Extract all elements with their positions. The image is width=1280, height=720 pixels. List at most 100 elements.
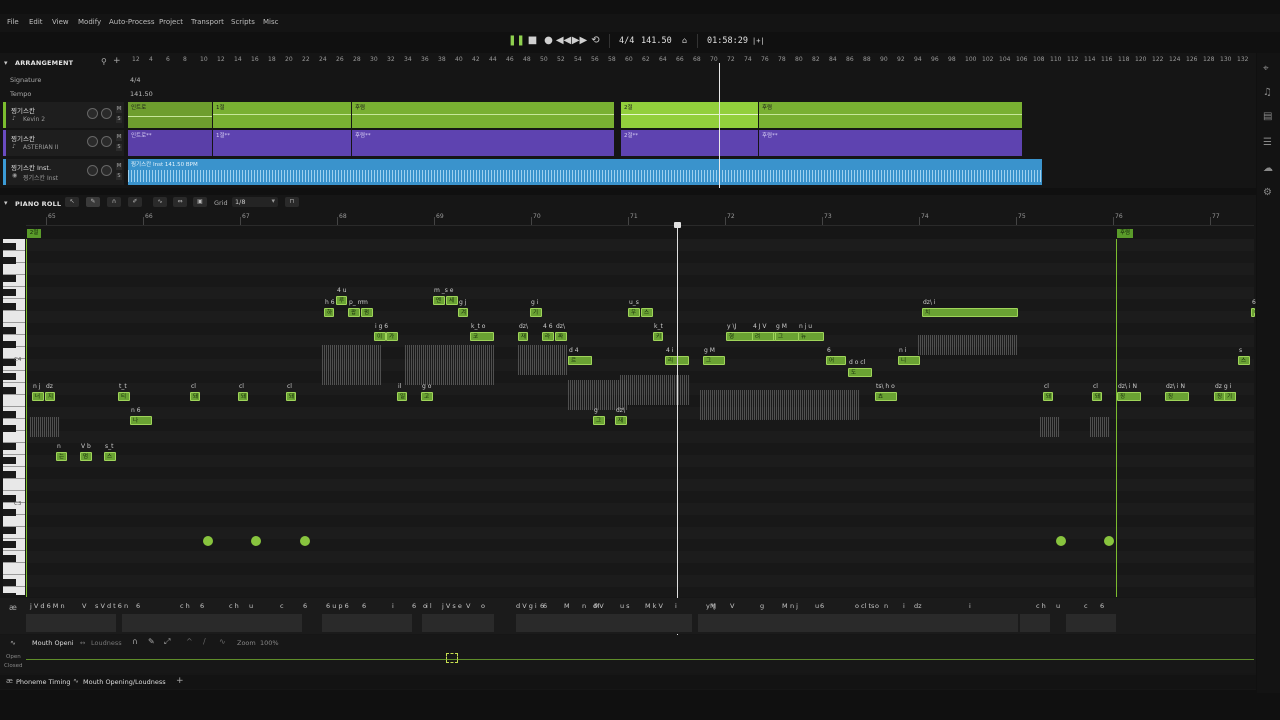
menu-edit[interactable]: Edit — [29, 18, 43, 26]
phoneme-label[interactable]: M — [564, 602, 570, 610]
note[interactable]: 고 g o — [421, 383, 433, 401]
phoneme-block[interactable] — [698, 614, 1018, 632]
phoneme-label[interactable]: 6 — [136, 602, 140, 610]
menu-modify[interactable]: Modify — [78, 18, 101, 26]
note[interactable]: 기 g i — [530, 299, 542, 317]
note[interactable]: 징 dz\ i N — [1117, 383, 1141, 401]
phoneme-label[interactable]: i — [903, 602, 905, 610]
parameter-name[interactable]: Mouth Openi — [32, 639, 74, 647]
clip[interactable]: 1절 — [213, 102, 351, 128]
menu-file[interactable]: File — [7, 18, 19, 26]
note[interactable]: 스 — [641, 308, 653, 317]
note[interactable]: 는n — [56, 443, 67, 461]
audio-clip[interactable]: 찡기스칸 Inst 141.50 BPM — [128, 159, 1042, 185]
phoneme-label[interactable]: d V g i — [516, 602, 537, 610]
loop-icon[interactable]: ⟲ — [589, 34, 602, 47]
note[interactable]: 징 dz\ i N — [1165, 383, 1189, 401]
phoneme-label[interactable]: j V d 6 M n — [30, 602, 65, 610]
phoneme-row[interactable]: j V d 6 M n Vs V d t 6 n 6 c h 6 c h u c 6 6 u p … — [26, 598, 1254, 634]
clip[interactable]: 인트로** — [128, 130, 212, 156]
phoneme-label[interactable]: 6 — [543, 602, 547, 610]
phoneme-label[interactable]: o — [875, 602, 879, 610]
note[interactable]: 어6 — [826, 347, 846, 365]
note[interactable]: 스 s_t — [104, 443, 116, 461]
note[interactable]: 르 — [568, 356, 592, 365]
note[interactable]: 세 — [446, 296, 458, 305]
note[interactable]: 재 dz\ — [518, 323, 528, 341]
note[interactable]: 루 4 u — [336, 287, 347, 305]
phoneme-label[interactable]: u — [815, 602, 819, 610]
tempo-readout[interactable]: 141.50 — [641, 36, 672, 46]
note[interactable]: 뉴 n j u — [798, 323, 824, 341]
phoneme-label[interactable]: 6 — [303, 602, 307, 610]
note[interactable]: 펌m — [361, 299, 373, 317]
phoneme-block[interactable] — [322, 614, 412, 632]
mute-button[interactable]: M — [116, 106, 122, 113]
pause-icon[interactable]: ❚❚ — [508, 34, 525, 47]
signature-value[interactable]: 4/4 — [130, 76, 140, 84]
menu-misc[interactable]: Misc — [263, 18, 278, 26]
track-singer[interactable]: Kevin 2 — [23, 116, 45, 123]
tab-phoneme-timing[interactable]: Phoneme Timing — [16, 678, 71, 686]
solo-button[interactable]: S — [116, 116, 122, 123]
parameter-lane[interactable]: ∿ Mouth Openi ↔ Loudness ∩ ✎ ⤢ ^ / ∿ Zoo… — [0, 635, 1256, 673]
menu-view[interactable]: View — [52, 18, 69, 26]
phoneme-label[interactable]: o cl ts — [855, 602, 874, 610]
note[interactable]: 스s — [1238, 347, 1250, 365]
note[interactable]: 돼 cl — [1043, 383, 1053, 401]
add-tab-icon[interactable]: + — [176, 676, 184, 686]
cloud-icon[interactable]: ☁ — [1263, 163, 1273, 174]
add-track-icon[interactable]: + — [113, 56, 121, 66]
phoneme-label[interactable]: c h — [1036, 602, 1046, 610]
pitch-handle[interactable] — [300, 536, 310, 546]
track-header-1[interactable]: 찡기스칸 ♪ Kevin 2 M S — [3, 102, 124, 128]
phoneme-label[interactable]: M k V — [645, 602, 663, 610]
wave-icon[interactable]: ∿ — [219, 637, 226, 646]
curve-icon[interactable]: ∩ — [132, 637, 138, 646]
phoneme-label[interactable]: dz — [914, 602, 922, 610]
phoneme-label[interactable]: d V — [593, 602, 604, 610]
menu-auto-process[interactable]: Auto-Process — [109, 18, 154, 26]
arrangement-ruler[interactable]: 12 4 6 8 10 12 14 16 18 20 22 24 26 28 30 32 34 36 38 40 42 4… — [126, 53, 1256, 67]
playhead-handle[interactable] — [674, 222, 681, 228]
mic-icon[interactable]: ⌖ — [1263, 63, 1269, 74]
note[interactable]: 돼 cl — [286, 383, 296, 401]
record-icon[interactable]: ● — [542, 34, 555, 47]
list-icon[interactable]: ☰ — [1263, 137, 1272, 148]
volume-knob[interactable] — [87, 108, 98, 119]
note[interactable]: 려 4 J V — [752, 323, 774, 341]
pan-knob[interactable] — [101, 165, 112, 176]
phoneme-label[interactable]: 6 — [820, 602, 824, 610]
mute-button[interactable]: M — [116, 163, 122, 170]
note[interactable]: 하 h 6 — [324, 299, 335, 317]
tempo-value[interactable]: 141.50 — [130, 90, 153, 98]
note[interactable]: 겨 g j — [458, 299, 468, 317]
parameter-curve[interactable] — [26, 659, 1254, 660]
phoneme-label[interactable]: 6 — [1100, 602, 1104, 610]
note[interactable]: 쵸 ts\ h o — [875, 383, 897, 401]
note[interactable]: 라 4 6 — [542, 323, 554, 341]
line-icon[interactable]: ⤢ — [164, 637, 170, 647]
note[interactable]: 코 k_t o — [470, 323, 494, 341]
note[interactable]: 그g — [593, 407, 605, 425]
note[interactable]: 이 i g 6 — [374, 323, 388, 341]
note[interactable]: 일 il — [397, 383, 407, 401]
phoneme-label[interactable]: y \J — [706, 602, 716, 610]
note[interactable]: 가 — [386, 332, 398, 341]
phoneme-label[interactable]: j V s e — [442, 602, 462, 610]
note[interactable]: 돼 cl — [1092, 383, 1102, 401]
note[interactable]: 니 n i — [898, 347, 920, 365]
pitch-handle[interactable] — [203, 536, 213, 546]
swap-icon[interactable]: ↔ — [80, 639, 85, 647]
parameter-selection[interactable] — [446, 653, 458, 663]
volume-knob[interactable] — [87, 136, 98, 147]
note[interactable]: 우 u_s — [628, 299, 640, 317]
note[interactable]: 멘 m _s e — [433, 287, 453, 305]
phoneme-label[interactable]: u — [1056, 602, 1060, 610]
note[interactable]: 나 n 6 — [130, 407, 152, 425]
menu-scripts[interactable]: Scripts — [231, 18, 255, 26]
phoneme-label[interactable]: 6 u p 6 — [326, 602, 349, 610]
parameter-secondary[interactable]: Loudness — [91, 639, 122, 647]
clip[interactable]: 인트로 — [128, 102, 212, 128]
menu-project[interactable]: Project — [159, 18, 183, 26]
